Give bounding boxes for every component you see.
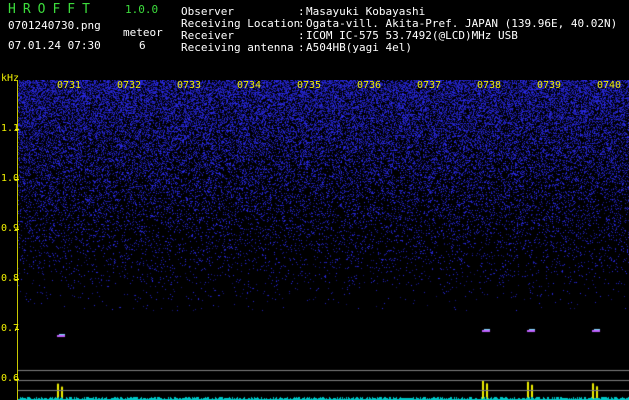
location-separator: :: [298, 17, 305, 30]
meteor-count-label: meteor: [123, 26, 163, 39]
observer-value: Masayuki Kobayashi: [306, 5, 426, 18]
antenna-label: Receiving antenna: [181, 41, 294, 54]
antenna-separator: :: [298, 41, 305, 54]
receiver-value: ICOM IC-575 53.7492(@LCD)MHz USB: [306, 29, 518, 42]
app-logo: HROFFT: [8, 2, 97, 17]
time-label-0733: 0733: [177, 80, 202, 91]
y-tick-1-0: 1.0: [1, 173, 20, 184]
y-tick-0-8: 0.8: [1, 273, 20, 284]
observer-separator: :: [298, 5, 305, 18]
time-label-0739: 0739: [537, 80, 562, 91]
location-value: Ogata-vill. Akita-Pref. JAPAN (139.96E, …: [306, 17, 618, 30]
receiver-label: Receiver: [181, 29, 234, 42]
receiver-separator: :: [298, 29, 305, 42]
observer-label: Observer: [181, 5, 234, 18]
location-label: Receiving Location: [181, 17, 301, 30]
meteor-count-value: 6: [139, 39, 146, 52]
time-label-0737: 0737: [417, 80, 442, 91]
file-name: 0701240730.png: [8, 19, 101, 32]
time-label-0732: 0732: [117, 80, 142, 91]
y-tick-1-1: 1.1: [1, 123, 20, 134]
time-label-0738: 0738: [477, 80, 502, 91]
y-tick-0-9: 0.9: [1, 223, 20, 234]
time-label-0740: 0740: [597, 80, 622, 91]
app-version: 1.0.0: [125, 3, 159, 16]
time-label-0735: 0735: [297, 80, 322, 91]
time-label-0736: 0736: [357, 80, 382, 91]
capture-datetime: 07.01.24 07:30: [8, 39, 101, 52]
spectrogram-canvas[interactable]: [18, 80, 629, 400]
time-label-0734: 0734: [237, 80, 262, 91]
y-tick-0-6: 0.6: [1, 373, 20, 384]
time-label-0731: 0731: [57, 80, 82, 91]
y-tick-0-7: 0.7: [1, 323, 20, 334]
antenna-value: A504HB(yagi 4el): [306, 41, 412, 54]
